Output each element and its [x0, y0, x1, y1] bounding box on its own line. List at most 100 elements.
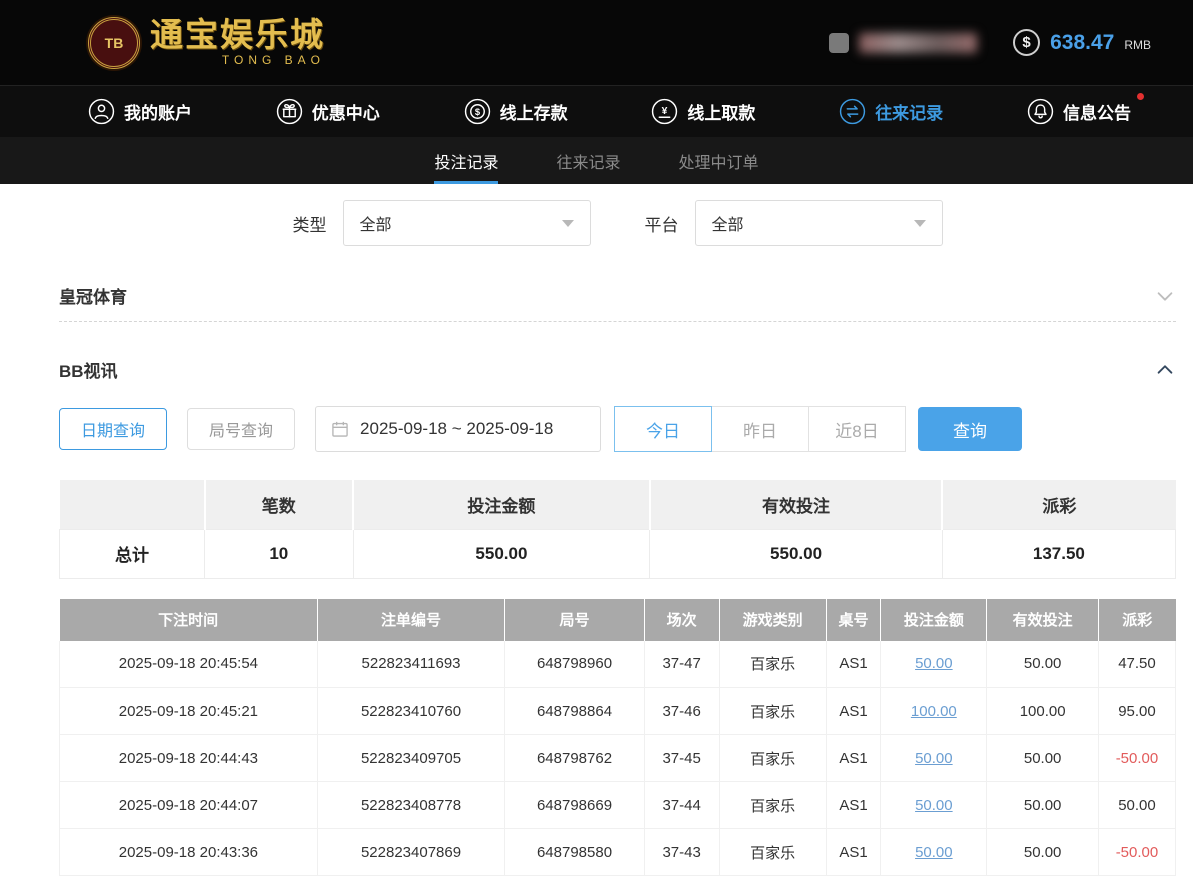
table-id-cell: AS1: [825, 781, 882, 829]
deposit-coin-icon: $: [464, 98, 490, 125]
date-query-button[interactable]: 日期查询: [59, 408, 168, 450]
calendar-icon: [332, 421, 348, 437]
nav-item-promotions[interactable]: 优惠中心: [276, 98, 380, 125]
bet-time-cell: 2025-09-18 20:43:36: [59, 828, 318, 876]
nav-label: 线上取款: [687, 104, 756, 123]
tab-transaction-records[interactable]: 往来记录: [556, 137, 620, 184]
platform-select[interactable]: 全部: [694, 200, 943, 246]
top-header: TB 通宝娱乐城 TONG BAO $ 638.47 RMB: [0, 0, 1193, 85]
table-id-cell: AS1: [825, 640, 882, 688]
nav-item-transaction-records[interactable]: 往来记录: [839, 98, 943, 125]
payout-cell: 95.00: [1097, 687, 1177, 735]
header-bet-amount: 投注金额: [880, 598, 988, 641]
platform-select-value: 全部: [711, 217, 744, 234]
order-id-cell: 522823409705: [316, 734, 506, 782]
search-button[interactable]: 查询: [918, 407, 1023, 451]
filter-row: 类型 全部 平台 全部: [59, 200, 1176, 246]
brand-title: 通宝娱乐城: [150, 16, 325, 54]
yesterday-button[interactable]: 昨日: [711, 406, 810, 452]
dollar-symbol: $: [1022, 34, 1031, 51]
summary-header-empty: [59, 480, 206, 529]
section-title: 皇冠体育: [59, 288, 127, 307]
chevron-up-icon: [1157, 365, 1173, 374]
tab-pending-orders[interactable]: 处理中订单: [679, 137, 759, 184]
round-query-button[interactable]: 局号查询: [187, 408, 296, 450]
tab-bet-records[interactable]: 投注记录: [434, 137, 498, 184]
table-row: 2025-09-18 20:45:54 522823411693 6487989…: [59, 640, 1177, 688]
main-nav: 我的账户 优惠中心 $ 线上存款 ¥ 线上取款 往来记录 信息公告: [0, 85, 1193, 137]
type-select[interactable]: 全部: [342, 200, 591, 246]
game-type-cell: 百家乐: [718, 781, 827, 829]
bet-amount-link[interactable]: 50.00: [880, 828, 988, 876]
svg-text:$: $: [474, 107, 480, 117]
payout-cell: 47.50: [1097, 640, 1177, 688]
round-id-cell: 648798960: [504, 640, 645, 688]
payout-cell: -50.00: [1097, 734, 1177, 782]
bet-records-table: 下注时间 注单编号 局号 场次 游戏类别 桌号 投注金额 有效投注 派彩 202…: [59, 598, 1177, 876]
game-type-cell: 百家乐: [718, 828, 827, 876]
nav-label: 往来记录: [875, 104, 944, 123]
round-id-cell: 648798669: [504, 781, 645, 829]
session-cell: 37-44: [643, 781, 720, 829]
order-id-cell: 522823411693: [316, 640, 506, 688]
round-id-cell: 648798762: [504, 734, 645, 782]
type-filter-label: 类型: [292, 215, 327, 235]
today-button[interactable]: 今日: [614, 406, 713, 452]
table-row: 2025-09-18 20:45:21 522823410760 6487988…: [59, 687, 1177, 735]
last-8-days-button[interactable]: 近8日: [808, 406, 907, 452]
section-crown-sports[interactable]: 皇冠体育: [59, 270, 1176, 322]
bell-icon: [1027, 98, 1054, 125]
session-cell: 37-46: [643, 687, 720, 735]
brand-logo[interactable]: TB 通宝娱乐城 TONG BAO: [88, 16, 325, 69]
quick-date-segment: 今日 昨日 近8日: [614, 406, 907, 452]
header-game-type: 游戏类别: [719, 598, 827, 641]
table-id-cell: AS1: [825, 828, 882, 876]
section-bb-video[interactable]: BB视讯: [59, 344, 1176, 394]
order-id-cell: 522823408778: [316, 781, 506, 829]
header-round-id: 局号: [504, 598, 645, 641]
header-session: 场次: [644, 598, 720, 641]
nav-item-withdraw[interactable]: ¥ 线上取款: [651, 98, 755, 125]
bet-amount-link[interactable]: 50.00: [880, 640, 988, 688]
table-row: 2025-09-18 20:44:07 522823408778 6487986…: [59, 781, 1177, 829]
game-type-cell: 百家乐: [718, 734, 827, 782]
payout-cell: -50.00: [1097, 828, 1177, 876]
date-range-value: 2025-09-18 ~ 2025-09-18: [360, 419, 554, 438]
session-cell: 37-45: [643, 734, 720, 782]
nav-label: 线上存款: [499, 104, 568, 123]
summary-count: 10: [204, 528, 354, 579]
payout-cell: 50.00: [1097, 781, 1177, 829]
bet-amount-link[interactable]: 50.00: [880, 734, 988, 782]
nav-item-deposit[interactable]: $ 线上存款: [464, 98, 568, 125]
svg-text:¥: ¥: [662, 106, 668, 117]
summary-table: 笔数 投注金额 有效投注 派彩 总计 10 550.00 550.00 137.…: [58, 480, 1177, 579]
brand-subtitle: TONG BAO: [221, 52, 325, 67]
bet-amount-link[interactable]: 100.00: [880, 687, 988, 735]
user-icon: [88, 98, 115, 125]
valid-bet-cell: 50.00: [986, 640, 1099, 688]
chevron-down-icon: [561, 219, 574, 227]
valid-bet-cell: 100.00: [986, 687, 1099, 735]
order-id-cell: 522823410760: [316, 687, 506, 735]
summary-header-bet-amount: 投注金额: [353, 480, 651, 529]
bet-time-cell: 2025-09-18 20:44:07: [59, 781, 318, 829]
logo-chip-text: TB: [104, 34, 124, 51]
date-range-input[interactable]: 2025-09-18 ~ 2025-09-18: [315, 406, 602, 452]
balance-currency: RMB: [1124, 38, 1151, 52]
valid-bet-cell: 50.00: [986, 734, 1099, 782]
summary-total-row: 总计 10 550.00 550.00 137.50: [58, 528, 1177, 579]
user-avatar-icon: [829, 32, 850, 53]
bet-amount-link[interactable]: 50.00: [880, 781, 988, 829]
nav-label: 信息公告: [1062, 104, 1131, 123]
nav-item-announcements[interactable]: 信息公告: [1027, 93, 1144, 125]
session-cell: 37-47: [643, 640, 720, 688]
header-table-id: 桌号: [826, 598, 882, 641]
nav-item-my-account[interactable]: 我的账户: [88, 98, 192, 125]
bet-time-cell: 2025-09-18 20:45:21: [59, 687, 318, 735]
chevron-down-icon: [913, 219, 926, 227]
record-tabs: 投注记录 往来记录 处理中订单: [0, 137, 1193, 184]
summary-header-count: 笔数: [204, 480, 355, 529]
summary-total-label: 总计: [58, 528, 206, 579]
gift-icon: [276, 98, 302, 125]
chevron-down-icon: [1157, 291, 1173, 301]
